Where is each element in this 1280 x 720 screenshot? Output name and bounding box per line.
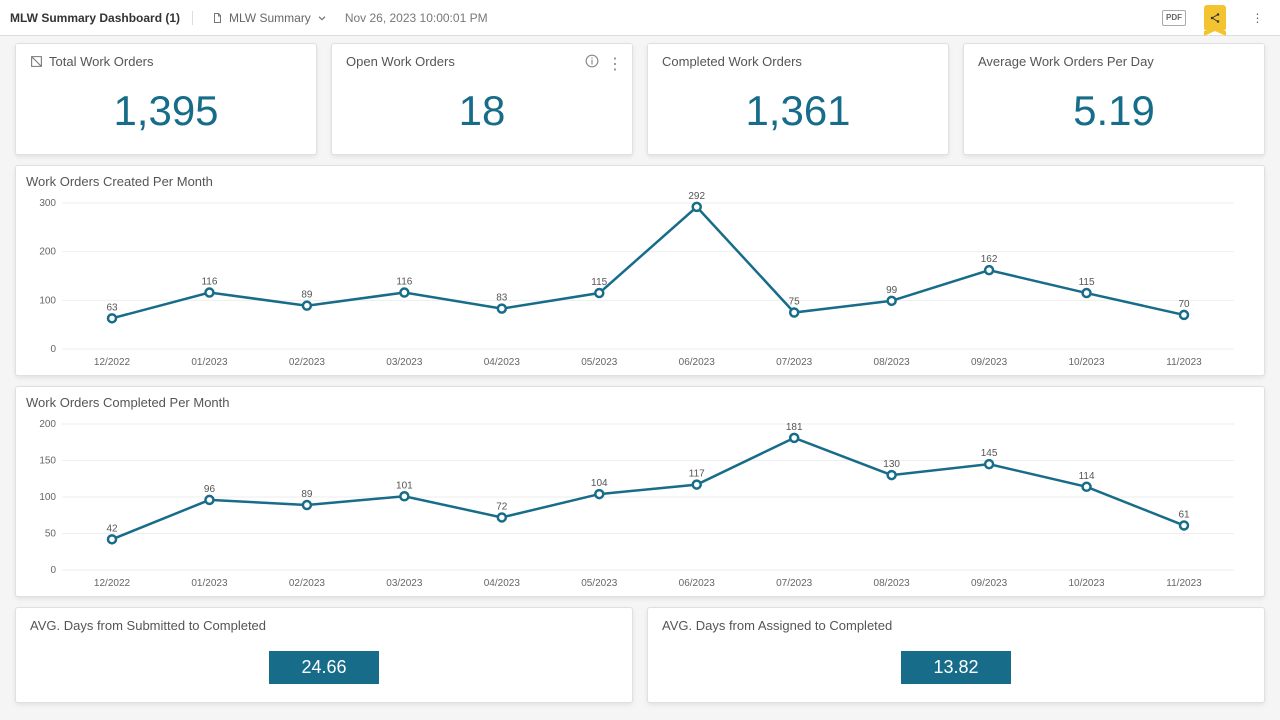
svg-text:200: 200 — [39, 419, 56, 430]
kpi-value: 1,361 — [662, 87, 934, 135]
refresh-timestamp: Nov 26, 2023 10:00:01 PM — [345, 11, 488, 25]
svg-text:117: 117 — [689, 469, 705, 480]
metric-value: 24.66 — [269, 651, 379, 684]
export-pdf-button[interactable]: PDF — [1162, 10, 1186, 26]
header-bar: MLW Summary Dashboard (1) MLW Summary No… — [0, 0, 1280, 36]
svg-text:06/2023: 06/2023 — [679, 357, 716, 368]
kpi-label: Open Work Orders — [346, 54, 455, 69]
svg-text:101: 101 — [396, 480, 413, 491]
svg-text:08/2023: 08/2023 — [874, 578, 911, 589]
svg-text:02/2023: 02/2023 — [289, 357, 326, 368]
svg-text:50: 50 — [45, 529, 57, 540]
chart-title: Work Orders Created Per Month — [26, 174, 1254, 189]
svg-text:11/2023: 11/2023 — [1166, 578, 1202, 589]
kpi-value: 5.19 — [978, 87, 1250, 135]
kpi-row: Total Work Orders 1,395 Open Work Orders… — [15, 43, 1265, 155]
svg-text:292: 292 — [688, 191, 705, 202]
chart-title: Work Orders Completed Per Month — [26, 395, 1254, 410]
svg-text:89: 89 — [301, 489, 313, 500]
svg-text:61: 61 — [1178, 509, 1190, 520]
kpi-total-work-orders: Total Work Orders 1,395 — [15, 43, 317, 155]
kpi-open-work-orders: Open Work Orders ⋮ 18 — [331, 43, 633, 155]
svg-text:02/2023: 02/2023 — [289, 578, 326, 589]
svg-text:300: 300 — [39, 198, 56, 209]
svg-text:75: 75 — [789, 297, 801, 308]
svg-text:03/2023: 03/2023 — [386, 578, 423, 589]
svg-text:06/2023: 06/2023 — [679, 578, 716, 589]
chart-created-per-month: Work Orders Created Per Month 0 100 200 300… — [15, 165, 1265, 376]
info-icon[interactable] — [585, 54, 599, 68]
svg-text:115: 115 — [591, 277, 607, 288]
kpi-value: 18 — [346, 87, 618, 135]
svg-text:130: 130 — [883, 459, 900, 470]
svg-text:96: 96 — [204, 484, 216, 495]
share-icon — [1209, 12, 1221, 24]
svg-text:72: 72 — [496, 501, 508, 512]
metric-row: AVG. Days from Submitted to Completed 24… — [15, 607, 1265, 703]
svg-text:70: 70 — [1178, 299, 1190, 310]
svg-text:0: 0 — [50, 565, 56, 576]
kpi-value: 1,395 — [30, 87, 302, 135]
svg-text:63: 63 — [106, 302, 118, 313]
svg-text:115: 115 — [1079, 277, 1095, 288]
svg-text:145: 145 — [981, 448, 998, 459]
svg-text:114: 114 — [1079, 471, 1095, 482]
svg-text:42: 42 — [106, 523, 118, 534]
line-chart: 0 50 100 150 200 42 96 89 101 72 104 117 181 130 145 11… — [26, 412, 1254, 592]
svg-text:09/2023: 09/2023 — [971, 578, 1008, 589]
svg-text:11/2023: 11/2023 — [1166, 357, 1202, 368]
box-icon — [30, 55, 43, 68]
svg-text:12/2022: 12/2022 — [94, 578, 131, 589]
kpi-menu-button[interactable]: ⋮ — [607, 54, 622, 74]
svg-text:10/2023: 10/2023 — [1068, 357, 1105, 368]
svg-text:116: 116 — [201, 277, 217, 288]
metric-submitted-to-completed: AVG. Days from Submitted to Completed 24… — [15, 607, 633, 703]
svg-text:07/2023: 07/2023 — [776, 357, 813, 368]
chart-completed-per-month: Work Orders Completed Per Month 0 50 100 15… — [15, 386, 1265, 597]
document-icon — [211, 12, 223, 24]
svg-text:05/2023: 05/2023 — [581, 357, 618, 368]
svg-text:162: 162 — [981, 254, 998, 265]
svg-text:04/2023: 04/2023 — [484, 357, 521, 368]
svg-text:04/2023: 04/2023 — [484, 578, 521, 589]
dashboard-body: Total Work Orders 1,395 Open Work Orders… — [0, 36, 1280, 710]
svg-text:0: 0 — [50, 344, 56, 355]
metric-label: AVG. Days from Assigned to Completed — [662, 618, 1250, 633]
svg-text:09/2023: 09/2023 — [971, 357, 1008, 368]
dashboard-title: MLW Summary Dashboard (1) — [10, 11, 193, 25]
metric-value: 13.82 — [901, 651, 1011, 684]
line-chart: 0 100 200 300 63 116 89 116 83 115 292 75 99 162 115 70… — [26, 191, 1254, 371]
svg-text:12/2022: 12/2022 — [94, 357, 131, 368]
chevron-down-icon — [317, 13, 327, 23]
svg-text:01/2023: 01/2023 — [191, 578, 228, 589]
svg-text:100: 100 — [39, 492, 56, 503]
svg-text:150: 150 — [39, 456, 56, 467]
svg-text:100: 100 — [39, 295, 56, 306]
svg-text:83: 83 — [496, 293, 508, 304]
svg-text:05/2023: 05/2023 — [581, 578, 618, 589]
more-menu-button[interactable]: ⋮ — [1244, 5, 1270, 31]
metric-label: AVG. Days from Submitted to Completed — [30, 618, 618, 633]
kpi-label: Total Work Orders — [49, 54, 154, 69]
svg-text:07/2023: 07/2023 — [776, 578, 813, 589]
metric-assigned-to-completed: AVG. Days from Assigned to Completed 13.… — [647, 607, 1265, 703]
kpi-completed-work-orders: Completed Work Orders 1,361 — [647, 43, 949, 155]
svg-text:116: 116 — [396, 277, 412, 288]
svg-text:200: 200 — [39, 247, 56, 258]
share-button[interactable] — [1204, 5, 1226, 31]
svg-text:08/2023: 08/2023 — [874, 357, 911, 368]
svg-text:01/2023: 01/2023 — [191, 357, 228, 368]
svg-text:104: 104 — [591, 478, 608, 489]
svg-text:89: 89 — [301, 290, 313, 301]
view-selector[interactable]: MLW Summary — [211, 11, 327, 25]
kpi-label: Average Work Orders Per Day — [978, 54, 1154, 69]
svg-text:181: 181 — [786, 422, 803, 433]
svg-text:99: 99 — [886, 285, 898, 296]
svg-text:10/2023: 10/2023 — [1068, 578, 1105, 589]
kpi-avg-per-day: Average Work Orders Per Day 5.19 — [963, 43, 1265, 155]
svg-text:03/2023: 03/2023 — [386, 357, 423, 368]
kpi-label: Completed Work Orders — [662, 54, 802, 69]
view-selector-label: MLW Summary — [229, 11, 311, 25]
